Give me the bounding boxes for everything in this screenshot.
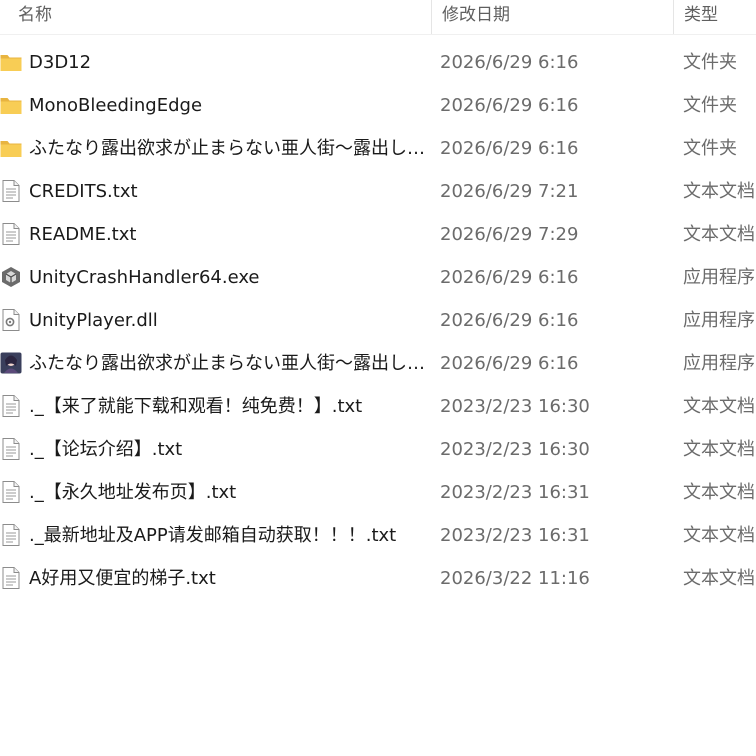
file-type: 文本文档 [683, 224, 755, 245]
file-date-modified: 2026/3/22 11:16 [440, 568, 590, 589]
text-file-icon [0, 480, 22, 504]
file-name: ふたなり露出欲求が止まらない亜人街～露出し… [29, 138, 425, 159]
file-row[interactable]: CREDITS.txt 2026/6/29 7:21 文本文档 [0, 170, 756, 213]
file-type: 文本文档 [683, 482, 755, 503]
file-type: 文件夹 [683, 52, 737, 73]
file-date-modified: 2026/6/29 6:16 [440, 52, 579, 73]
text-file-icon [0, 222, 22, 246]
folder-icon [0, 93, 22, 117]
file-type: 文本文档 [683, 525, 755, 546]
file-name: UnityCrashHandler64.exe [29, 267, 260, 288]
file-row[interactable]: ._【永久地址发布页】.txt 2023/2/23 16:31 文本文档 [0, 471, 756, 514]
file-name: ふたなり露出欲求が止まらない亜人街～露出し… [29, 353, 425, 374]
text-file-icon [0, 394, 22, 418]
file-name: ._最新地址及APP请发邮箱自动获取！！！.txt [29, 525, 397, 546]
file-type: 文件夹 [683, 95, 737, 116]
file-type: 应用程序 [683, 310, 755, 331]
file-name: ._【永久地址发布页】.txt [29, 482, 237, 503]
file-name: CREDITS.txt [29, 181, 138, 202]
file-row[interactable]: ._【来了就能下载和观看！纯免费！】.txt 2023/2/23 16:30 文本文… [0, 385, 756, 428]
file-date-modified: 2023/2/23 16:30 [440, 439, 590, 460]
file-date-modified: 2023/2/23 16:31 [440, 525, 590, 546]
file-row[interactable]: MonoBleedingEdge 2026/6/29 6:16 文件夹 [0, 84, 756, 127]
file-row[interactable]: UnityCrashHandler64.exe 2026/6/29 6:16 应用程… [0, 256, 756, 299]
file-row[interactable]: A好用又便宜的梯子.txt 2026/3/22 11:16 文本文档 [0, 557, 756, 600]
file-date-modified: 2026/6/29 6:16 [440, 310, 579, 331]
file-name: UnityPlayer.dll [29, 310, 158, 331]
text-file-icon [0, 179, 22, 203]
file-name: ._【来了就能下载和观看！纯免费！】.txt [29, 396, 363, 417]
file-name: ._【论坛介绍】.txt [29, 439, 183, 460]
file-date-modified: 2023/2/23 16:30 [440, 396, 590, 417]
dll-file-icon [0, 308, 22, 332]
unity-exe-icon [0, 265, 22, 289]
text-file-icon [0, 523, 22, 547]
file-row[interactable]: D3D12 2026/6/29 6:16 文件夹 [0, 41, 756, 84]
file-date-modified: 2026/6/29 7:21 [440, 181, 579, 202]
column-header-name[interactable]: 名称 [8, 0, 431, 34]
file-row[interactable]: ふたなり露出欲求が止まらない亜人街～露出し… 2026/6/29 6:16 文件夹 [0, 127, 756, 170]
file-row[interactable]: ._【论坛介绍】.txt 2023/2/23 16:30 文本文档 [0, 428, 756, 471]
file-date-modified: 2026/6/29 6:16 [440, 138, 579, 159]
file-name: D3D12 [29, 52, 92, 73]
file-list: D3D12 2026/6/29 6:16 文件夹 MonoBleedingEdge 20… [0, 41, 756, 600]
file-type: 文本文档 [683, 396, 755, 417]
file-row[interactable]: ふたなり露出欲求が止まらない亜人街～露出し… 2026/6/29 6:16 应用程序 [0, 342, 756, 385]
file-type: 应用程序 [683, 353, 755, 374]
file-type: 文本文档 [683, 568, 755, 589]
file-date-modified: 2023/2/23 16:31 [440, 482, 590, 503]
file-type: 文本文档 [683, 181, 755, 202]
file-type: 应用程序 [683, 267, 755, 288]
column-header-date-modified[interactable]: 修改日期 [431, 0, 673, 34]
file-name: A好用又便宜的梯子.txt [29, 568, 216, 589]
column-header-type[interactable]: 类型 [673, 0, 756, 34]
file-name: MonoBleedingEdge [29, 95, 203, 116]
folder-icon [0, 50, 22, 74]
file-date-modified: 2026/6/29 6:16 [440, 95, 579, 116]
text-file-icon [0, 437, 22, 461]
file-row[interactable]: UnityPlayer.dll 2026/6/29 6:16 应用程序 [0, 299, 756, 342]
file-row[interactable]: README.txt 2026/6/29 7:29 文本文档 [0, 213, 756, 256]
file-date-modified: 2026/6/29 7:29 [440, 224, 579, 245]
file-type: 文件夹 [683, 138, 737, 159]
file-date-modified: 2026/6/29 6:16 [440, 353, 579, 374]
game-exe-icon [0, 351, 22, 375]
file-type: 文本文档 [683, 439, 755, 460]
file-row[interactable]: ._最新地址及APP请发邮箱自动获取！！！.txt 2023/2/23 16:31… [0, 514, 756, 557]
column-header-bar: ^ 名称 修改日期 类型 [0, 0, 756, 35]
text-file-icon [0, 566, 22, 590]
file-date-modified: 2026/6/29 6:16 [440, 267, 579, 288]
file-name: README.txt [29, 224, 137, 245]
folder-icon [0, 136, 22, 160]
